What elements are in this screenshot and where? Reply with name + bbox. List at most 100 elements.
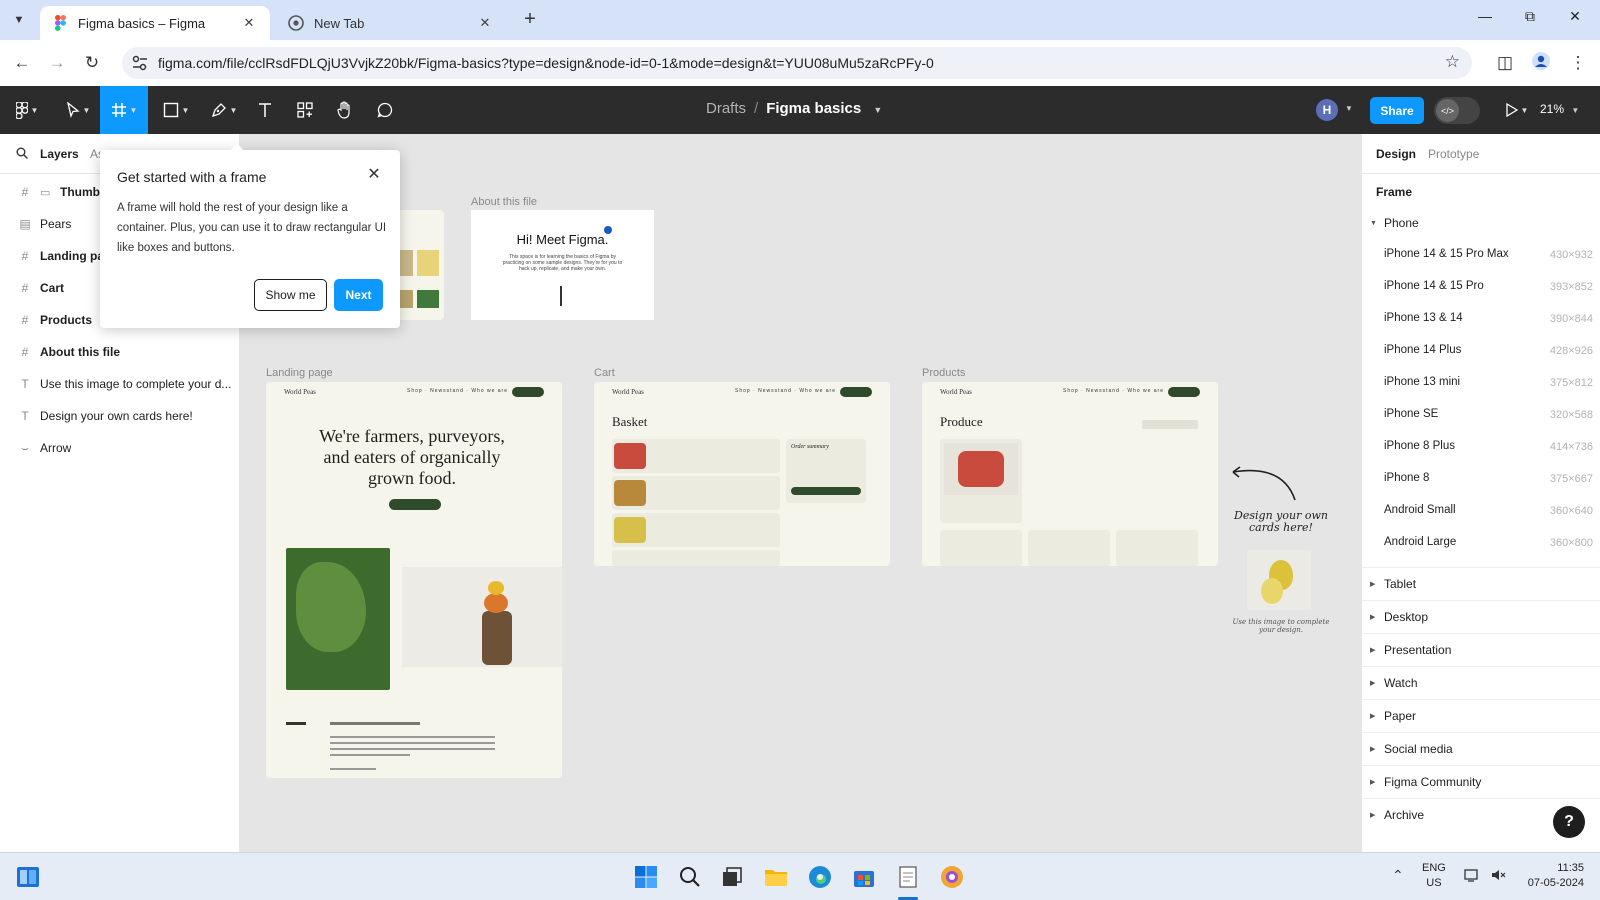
- network-icon[interactable]: [1464, 867, 1480, 886]
- file-name[interactable]: Figma basics: [766, 100, 861, 117]
- preset-item[interactable]: iPhone SE 320×568: [1362, 399, 1600, 431]
- widgets-icon[interactable]: [14, 863, 42, 891]
- category-paper[interactable]: ▶ Paper: [1362, 699, 1600, 731]
- tab-figma-basics[interactable]: Figma basics – Figma ✕: [40, 6, 270, 40]
- comment-tool-icon[interactable]: [370, 86, 400, 134]
- dev-mode-toggle[interactable]: </>: [1434, 97, 1480, 124]
- tab-layers[interactable]: Layers: [40, 147, 79, 161]
- forward-arrow-icon[interactable]: →: [45, 51, 69, 75]
- present-play-icon[interactable]: ▼: [1500, 86, 1534, 134]
- side-panel-icon[interactable]: ◫: [1493, 51, 1517, 75]
- minimize-icon[interactable]: —: [1470, 8, 1500, 32]
- category-tablet[interactable]: ▶ Tablet: [1362, 567, 1600, 599]
- volume-muted-icon[interactable]: [1490, 867, 1506, 886]
- close-window-icon[interactable]: ✕: [1560, 8, 1590, 32]
- share-button[interactable]: Share: [1370, 97, 1424, 124]
- start-windows-icon[interactable]: [632, 863, 660, 891]
- preset-item[interactable]: Android Large 360×800: [1362, 527, 1600, 559]
- category-figma-community[interactable]: ▶ Figma Community: [1362, 765, 1600, 797]
- preset-item[interactable]: iPhone 13 mini 375×812: [1362, 367, 1600, 399]
- category-phone[interactable]: ▼ Phone: [1362, 207, 1600, 239]
- new-tab-plus-icon[interactable]: +: [518, 9, 542, 31]
- search-icon[interactable]: [676, 863, 704, 891]
- browser-menu-icon[interactable]: ⋮: [1566, 51, 1590, 75]
- frame-label-products[interactable]: Products: [922, 367, 965, 379]
- bookmark-star-icon[interactable]: ☆: [1445, 52, 1460, 72]
- restore-icon[interactable]: ⧉: [1515, 8, 1545, 32]
- resources-tool-icon[interactable]: [290, 86, 320, 134]
- preset-item[interactable]: iPhone 8 375×667: [1362, 463, 1600, 495]
- main-menu-figma-icon[interactable]: ▼: [8, 86, 46, 134]
- preset-item[interactable]: iPhone 14 Plus 428×926: [1362, 335, 1600, 367]
- tab-design[interactable]: Design: [1376, 147, 1416, 161]
- preset-item[interactable]: iPhone 8 Plus 414×736: [1362, 431, 1600, 463]
- preset-item[interactable]: iPhone 14 & 15 Pro 393×852: [1362, 271, 1600, 303]
- category-desktop[interactable]: ▶ Desktop: [1362, 600, 1600, 632]
- layer-item-text-image-note[interactable]: T Use this image to complete your d...: [0, 368, 240, 400]
- category-label: Presentation: [1384, 642, 1452, 657]
- system-clock[interactable]: 11:35 07-05-2024: [1520, 861, 1584, 891]
- tray-expand-chevron-icon[interactable]: ⌃: [1392, 867, 1404, 884]
- url-field[interactable]: figma.com/file/cclRsdFDLQjU3VvjkZ20bk/Fi…: [122, 47, 1472, 79]
- category-watch[interactable]: ▶ Watch: [1362, 666, 1600, 698]
- collapsed-triangle-icon: ▶: [1370, 712, 1376, 720]
- store-icon[interactable]: [850, 863, 878, 891]
- rectangle-tool-icon[interactable]: ▼: [156, 86, 196, 134]
- back-arrow-icon[interactable]: ←: [10, 51, 34, 75]
- chrome-browser-icon[interactable]: [938, 863, 966, 891]
- edge-browser-icon[interactable]: [806, 863, 834, 891]
- layer-item-text-cards[interactable]: T Design your own cards here!: [0, 400, 240, 432]
- input-language[interactable]: ENG US: [1422, 861, 1446, 891]
- show-me-button[interactable]: Show me: [254, 279, 327, 311]
- pen-tool-icon[interactable]: ▼: [204, 86, 244, 134]
- curved-arrow-icon[interactable]: [1223, 464, 1303, 504]
- file-menu-chevron-icon[interactable]: ▼: [873, 105, 882, 115]
- preset-item[interactable]: iPhone 14 & 15 Pro Max 430×932: [1362, 239, 1600, 271]
- tab-close-icon[interactable]: ✕: [240, 15, 258, 31]
- tab-close-icon[interactable]: ✕: [476, 15, 494, 31]
- multiplayer-chevron-icon[interactable]: ▼: [1345, 104, 1353, 113]
- profile-icon[interactable]: [1529, 51, 1553, 75]
- close-icon[interactable]: ✕: [364, 164, 384, 184]
- layer-item-about-this-file[interactable]: # About this file: [0, 336, 240, 368]
- frame-label-cart[interactable]: Cart: [594, 367, 615, 379]
- design-canvas[interactable]: About this file Hi! Meet Figma. This spa…: [241, 134, 1361, 852]
- tab-new-tab[interactable]: New Tab ✕: [276, 6, 506, 40]
- search-icon[interactable]: [16, 146, 28, 164]
- preset-name: Android Small: [1384, 504, 1456, 516]
- file-explorer-icon[interactable]: [762, 863, 790, 891]
- frame-tool-icon[interactable]: ▼: [100, 86, 148, 134]
- text-tool-icon[interactable]: [250, 86, 280, 134]
- next-button[interactable]: Next: [334, 279, 383, 311]
- tab-search-chevron-icon[interactable]: ▼: [6, 8, 32, 32]
- site-settings-icon[interactable]: [130, 53, 150, 73]
- category-presentation[interactable]: ▶ Presentation: [1362, 633, 1600, 665]
- expanded-triangle-icon: ▼: [1370, 219, 1377, 227]
- frame-label-landing[interactable]: Landing page: [266, 367, 333, 379]
- avatar[interactable]: H: [1316, 99, 1338, 121]
- category-label: Desktop: [1384, 609, 1429, 624]
- preset-item[interactable]: iPhone 13 & 14 390×844: [1362, 303, 1600, 335]
- help-button[interactable]: ?: [1553, 806, 1585, 838]
- image-note[interactable]: Use this image to complete your design.: [1231, 618, 1331, 634]
- preset-size: 375×667: [1549, 473, 1593, 485]
- tab-prototype[interactable]: Prototype: [1428, 147, 1479, 161]
- pears-image[interactable]: [1247, 550, 1311, 610]
- preset-item[interactable]: Android Small 360×640: [1362, 495, 1600, 527]
- cards-note[interactable]: Design your own cards here!: [1231, 510, 1331, 534]
- thumbnail-produce-image: [417, 250, 439, 276]
- notepad-icon[interactable]: [894, 863, 922, 891]
- hand-tool-icon[interactable]: [330, 86, 360, 134]
- zoom-level[interactable]: 21% ▼: [1540, 102, 1579, 116]
- products-frame[interactable]: World Peas Shop · Newsstand · Who we are…: [922, 382, 1218, 566]
- task-view-icon[interactable]: [718, 863, 746, 891]
- about-frame[interactable]: Hi! Meet Figma. This space is for learni…: [471, 210, 654, 320]
- frame-label-about[interactable]: About this file: [471, 196, 537, 208]
- category-social-media[interactable]: ▶ Social media: [1362, 732, 1600, 764]
- reload-icon[interactable]: ↻: [80, 51, 104, 75]
- layer-item-arrow[interactable]: ⌣ Arrow: [0, 432, 240, 464]
- move-tool-icon[interactable]: ▼: [58, 86, 98, 134]
- cart-frame[interactable]: World Peas Shop · Newsstand · Who we are…: [594, 382, 890, 566]
- breadcrumb-drafts[interactable]: Drafts: [706, 100, 746, 117]
- landing-page-frame[interactable]: World Peas Shop · Newsstand · Who we are…: [266, 382, 562, 778]
